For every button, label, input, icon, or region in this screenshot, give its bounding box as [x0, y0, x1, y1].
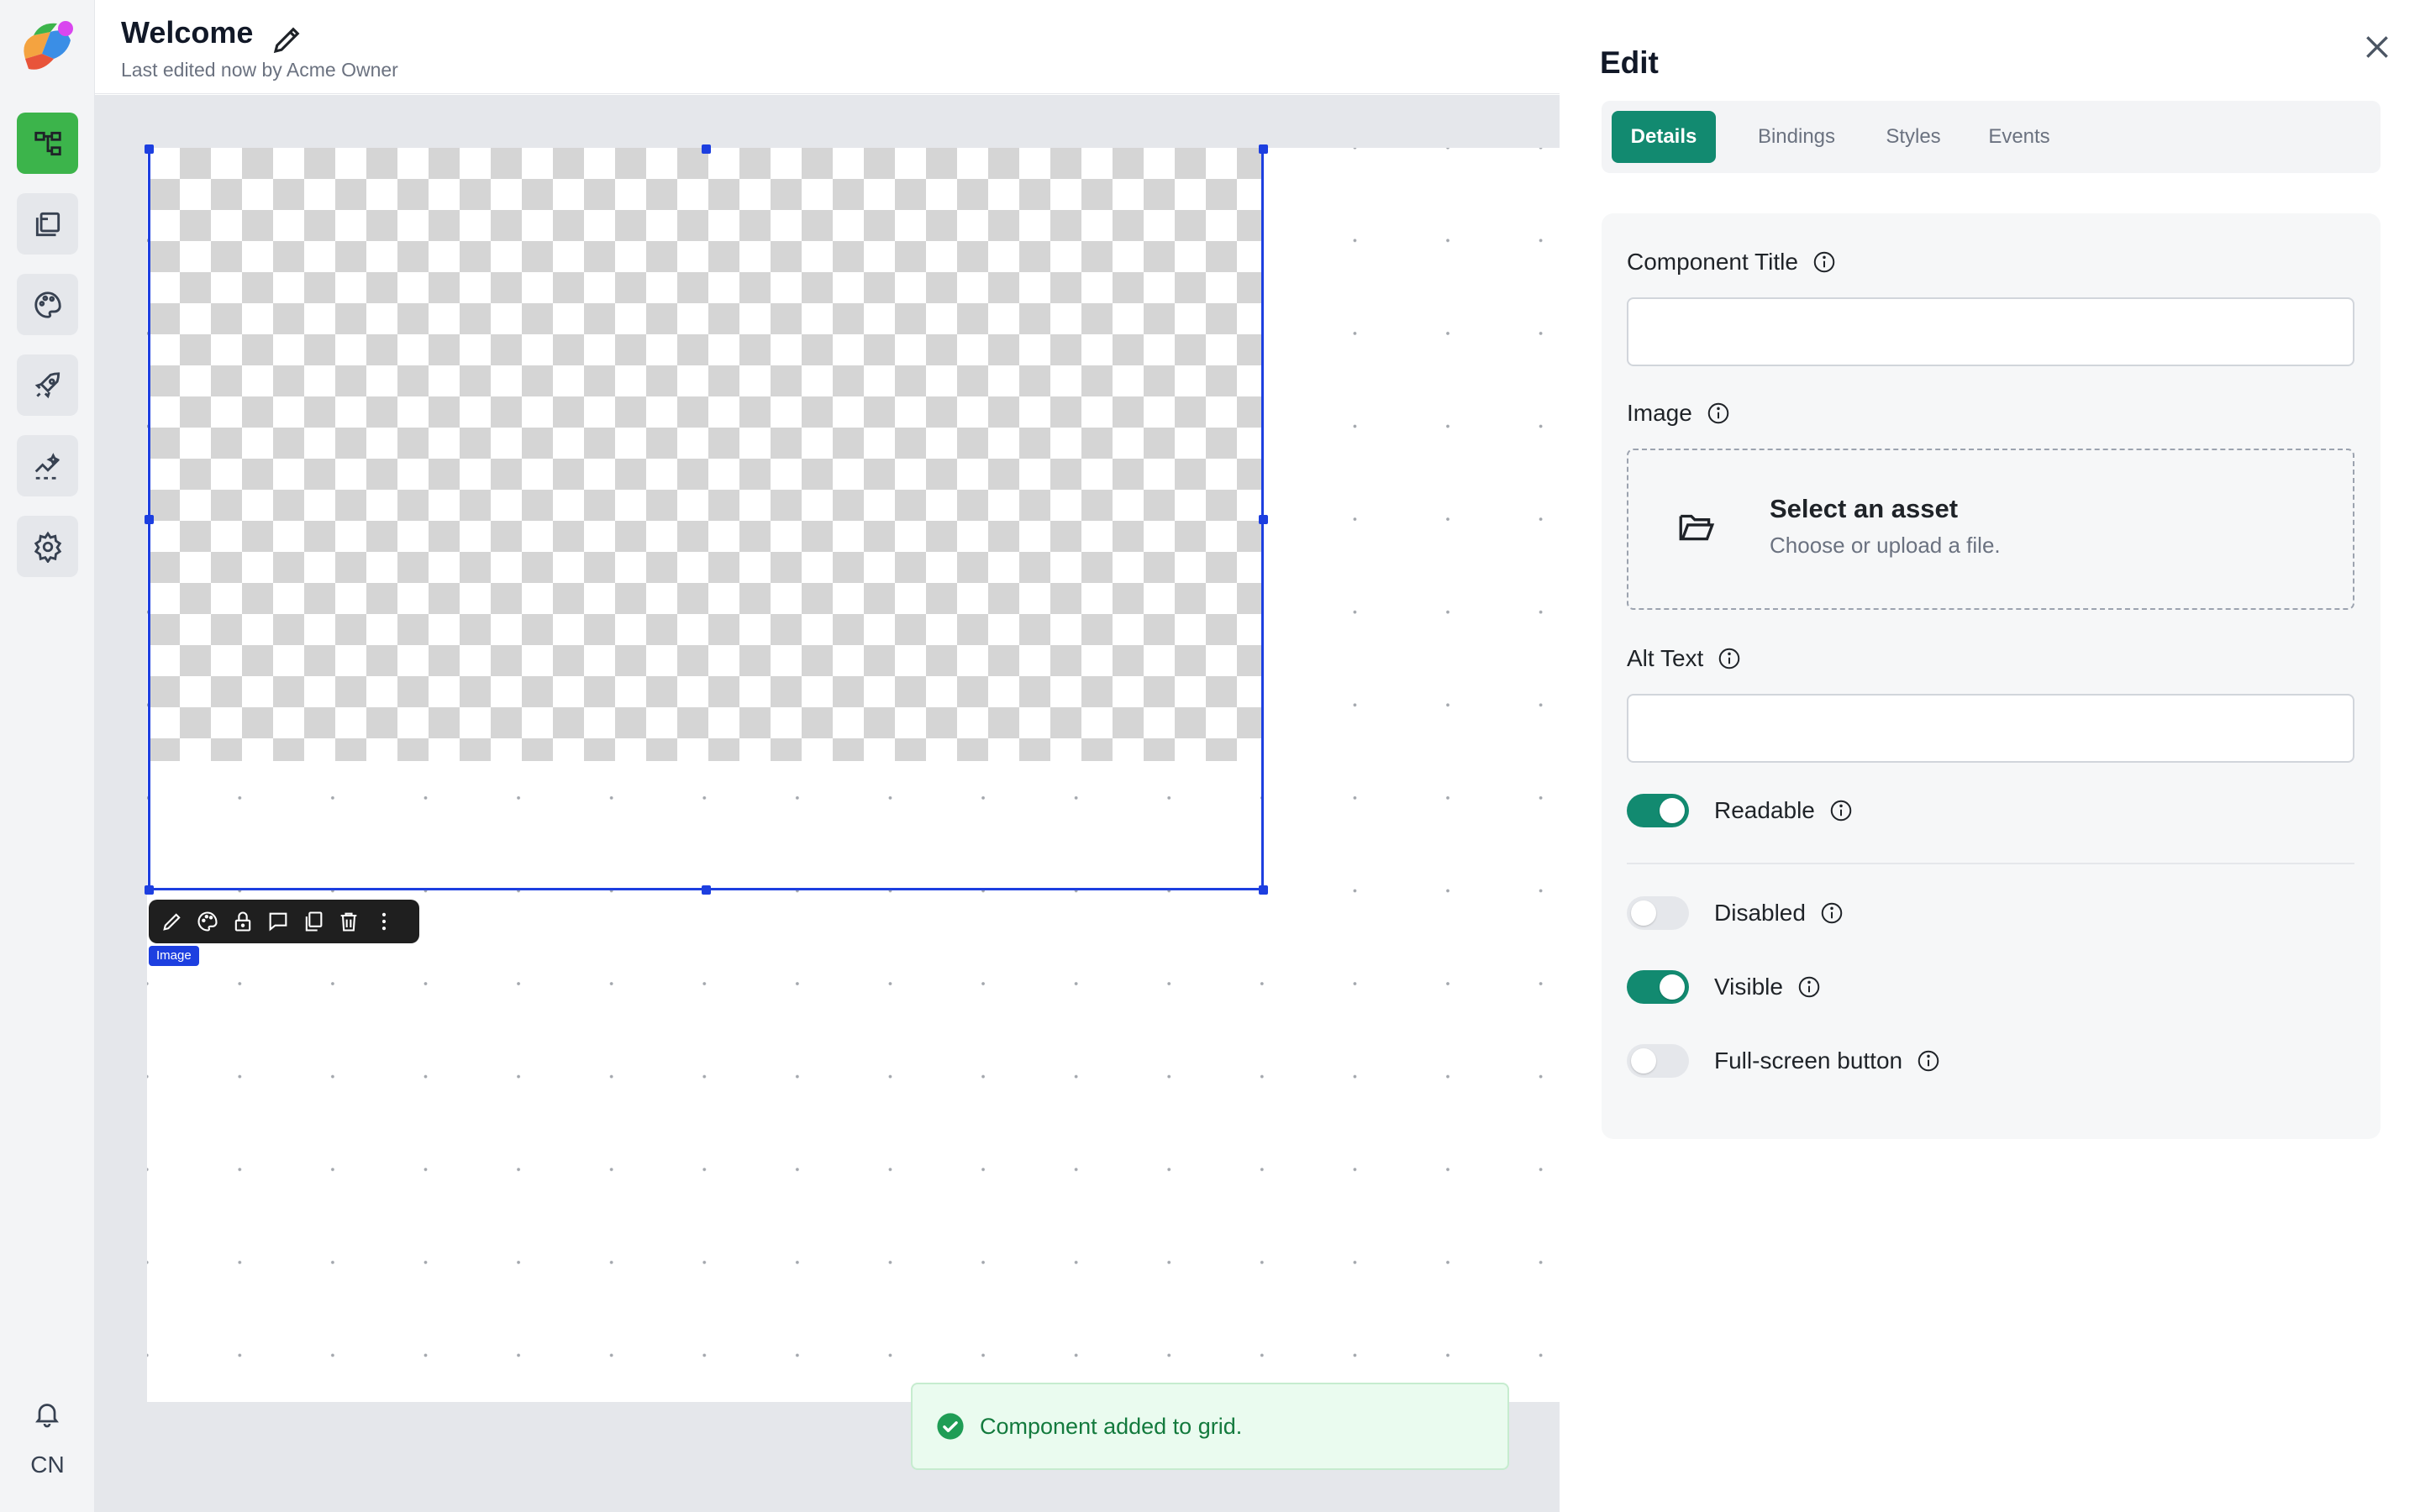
image-label: Image [1627, 400, 1731, 427]
rail-deploy-button[interactable] [17, 354, 78, 416]
toggle-knob [1660, 974, 1685, 1000]
readable-toggle[interactable] [1627, 794, 1689, 827]
component-title-input[interactable] [1627, 297, 2354, 366]
rail-settings-button[interactable] [17, 516, 78, 577]
selection-outline [148, 148, 1264, 890]
copy-icon [305, 911, 323, 932]
panel-title: Edit [1600, 45, 1659, 80]
info-icon[interactable] [1797, 974, 1822, 1000]
resize-handle-top-left[interactable] [145, 144, 154, 154]
pencil-icon [163, 913, 181, 931]
tab-bindings[interactable]: Bindings [1738, 111, 1855, 163]
lock-icon [234, 911, 251, 932]
toggle-knob [1631, 1048, 1656, 1074]
trash-icon [340, 912, 357, 932]
analytics-icon [34, 452, 60, 480]
asset-title: Select an asset [1770, 494, 1959, 523]
info-icon[interactable] [1706, 401, 1731, 426]
fullscreen-label: Full-screen button [1714, 1047, 1903, 1074]
resize-handle-bottom[interactable] [702, 885, 711, 895]
palette-icon [197, 911, 218, 932]
comment-component-button[interactable] [263, 905, 293, 938]
component-title-label: Component Title [1627, 249, 1837, 276]
pencil-icon[interactable] [270, 22, 305, 57]
bell-icon[interactable] [32, 1399, 62, 1429]
disabled-toggle[interactable] [1627, 896, 1689, 930]
info-icon[interactable] [1916, 1048, 1941, 1074]
tab-styles[interactable]: Styles [1867, 111, 1960, 163]
edit-component-button[interactable] [157, 905, 187, 938]
rail-theme-button[interactable] [17, 274, 78, 335]
readable-label: Readable [1714, 797, 1815, 823]
last-edited-text: Last edited now by Acme Owner [121, 59, 398, 81]
app-logo[interactable] [17, 17, 77, 77]
visible-row: Visible [1627, 969, 1822, 1005]
duplicate-component-button[interactable] [298, 905, 329, 938]
check-circle-icon [937, 1413, 964, 1440]
delete-component-button[interactable] [334, 905, 364, 938]
info-icon[interactable] [1828, 798, 1854, 823]
toast-message: Component added to grid. [980, 1413, 1243, 1439]
component-title-label-text: Component Title [1627, 249, 1798, 275]
rocket-icon [34, 371, 60, 398]
toggle-knob [1660, 798, 1685, 823]
rail-component-tree-button[interactable] [17, 113, 78, 174]
alt-text-label-text: Alt Text [1627, 645, 1704, 671]
resize-handle-bottom-left[interactable] [145, 885, 154, 895]
rail-analytics-button[interactable] [17, 435, 78, 496]
select-asset-dropzone[interactable]: Select an asset Choose or upload a file. [1627, 449, 2354, 610]
visible-toggle[interactable] [1627, 970, 1689, 1004]
more-options-button[interactable] [369, 905, 399, 938]
user-initials[interactable]: CN [0, 1452, 95, 1478]
image-label-text: Image [1627, 400, 1692, 426]
alt-text-input[interactable] [1627, 694, 2354, 763]
close-icon[interactable] [2360, 30, 2394, 64]
resize-handle-top[interactable] [702, 144, 711, 154]
folder-open-icon [1679, 514, 1715, 541]
resize-handle-right[interactable] [1259, 515, 1268, 524]
pages-icon [35, 212, 60, 236]
app-header: Welcome Last edited now by Acme Owner [95, 0, 1560, 94]
style-component-button[interactable] [192, 905, 223, 938]
canvas-area: Image [95, 95, 1560, 1512]
edit-panel: Edit Details Bindings Styles Events Comp… [1560, 0, 2420, 1512]
tab-details[interactable]: Details [1612, 111, 1716, 163]
info-icon[interactable] [1717, 646, 1742, 671]
visible-label: Visible [1714, 974, 1783, 1000]
resize-handle-top-right[interactable] [1259, 144, 1268, 154]
hierarchy-icon [34, 131, 61, 155]
component-type-tag: Image [149, 946, 199, 966]
more-icon [381, 912, 387, 931]
panel-tabs: Details Bindings Styles Events [1602, 101, 2381, 173]
gear-icon [34, 531, 61, 563]
lock-component-button[interactable] [228, 905, 258, 938]
left-rail: CN [0, 0, 95, 1512]
comment-icon [269, 912, 287, 932]
alt-text-label: Alt Text [1627, 645, 1742, 672]
fullscreen-row: Full-screen button [1627, 1042, 1941, 1079]
disabled-row: Disabled [1627, 895, 1844, 932]
fullscreen-toggle[interactable] [1627, 1044, 1689, 1078]
page-title: Welcome [121, 15, 254, 50]
resize-handle-left[interactable] [145, 515, 154, 524]
rail-pages-button[interactable] [17, 193, 78, 255]
palette-icon [34, 291, 61, 318]
tab-events[interactable]: Events [1973, 111, 2065, 163]
success-toast: Component added to grid. [911, 1383, 1509, 1470]
readable-row: Readable [1627, 792, 1854, 829]
info-icon[interactable] [1812, 249, 1837, 275]
component-toolbar [149, 900, 419, 943]
resize-handle-bottom-right[interactable] [1259, 885, 1268, 895]
disabled-label: Disabled [1714, 900, 1806, 926]
asset-subtitle: Choose or upload a file. [1770, 533, 2001, 558]
info-icon[interactable] [1819, 900, 1844, 926]
toggle-knob [1631, 900, 1656, 926]
divider [1627, 863, 2354, 864]
